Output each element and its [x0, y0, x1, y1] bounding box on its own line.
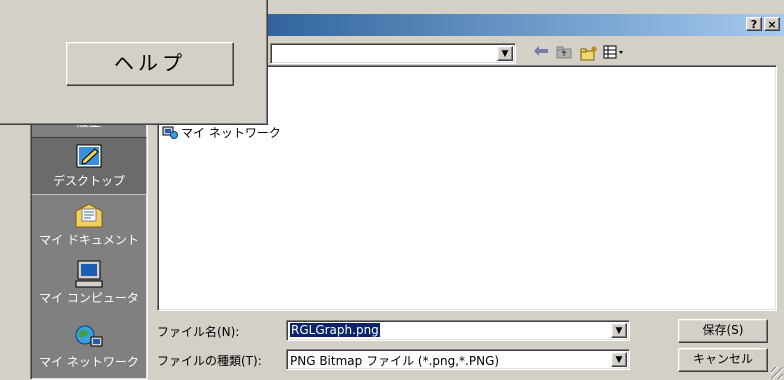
- place-my-computer[interactable]: マイ コンピュータ: [31, 255, 147, 313]
- my-documents-icon: [75, 203, 103, 228]
- help-popup: ヘルプ: [0, 0, 268, 125]
- view-menu-icon[interactable]: [602, 45, 626, 63]
- new-folder-icon[interactable]: [578, 45, 600, 63]
- place-desktop[interactable]: デスクトップ: [31, 137, 147, 195]
- back-arrow-icon[interactable]: [532, 45, 550, 63]
- file-item-label: マイ ネットワーク: [181, 125, 281, 140]
- list-item[interactable]: マイ ネットワーク: [162, 124, 281, 140]
- resize-grip[interactable]: [771, 367, 783, 379]
- cancel-button[interactable]: キャンセル: [678, 348, 768, 372]
- filename-combo[interactable]: RGLGraph.png ▼: [286, 320, 630, 341]
- help-button[interactable]: ヘルプ: [66, 42, 234, 86]
- my-network-icon: [75, 325, 103, 347]
- filename-input[interactable]: RGLGraph.png: [290, 323, 380, 337]
- my-computer-icon: [75, 260, 103, 288]
- desktop-icon: [76, 144, 102, 168]
- save-button[interactable]: 保存(S): [678, 319, 768, 343]
- up-folder-icon[interactable]: [554, 45, 574, 63]
- place-my-documents-label: マイ ドキュメント: [39, 233, 139, 247]
- chevron-down-icon[interactable]: ▼: [611, 352, 627, 367]
- chevron-down-icon[interactable]: ▼: [611, 323, 627, 338]
- place-my-network[interactable]: マイ ネットワーク: [31, 319, 147, 377]
- filename-value: RGLGraph.png: [290, 323, 380, 337]
- network-places-icon: [162, 126, 178, 139]
- filetype-dropdown[interactable]: PNG Bitmap ファイル (*.png,*.PNG) ▼: [286, 349, 630, 370]
- place-my-network-label: マイ ネットワーク: [39, 355, 139, 369]
- place-my-documents[interactable]: マイ ドキュメント: [31, 197, 147, 255]
- filename-label: ファイル名(N):: [157, 325, 240, 339]
- chevron-down-icon[interactable]: ▼: [497, 46, 513, 61]
- place-my-computer-label: マイ コンピュータ: [39, 291, 139, 305]
- close-button[interactable]: ×: [764, 17, 780, 31]
- filetype-value: PNG Bitmap ファイル (*.png,*.PNG): [290, 354, 500, 368]
- help-title-button[interactable]: ?: [746, 17, 762, 31]
- look-in-dropdown[interactable]: ▼: [270, 43, 516, 64]
- places-bar: 履歴 デスクトップ マイ ドキュメント マイ コンピュータ: [30, 110, 148, 380]
- place-desktop-label: デスクトップ: [52, 174, 125, 188]
- filetype-label: ファイルの種類(T):: [157, 354, 262, 368]
